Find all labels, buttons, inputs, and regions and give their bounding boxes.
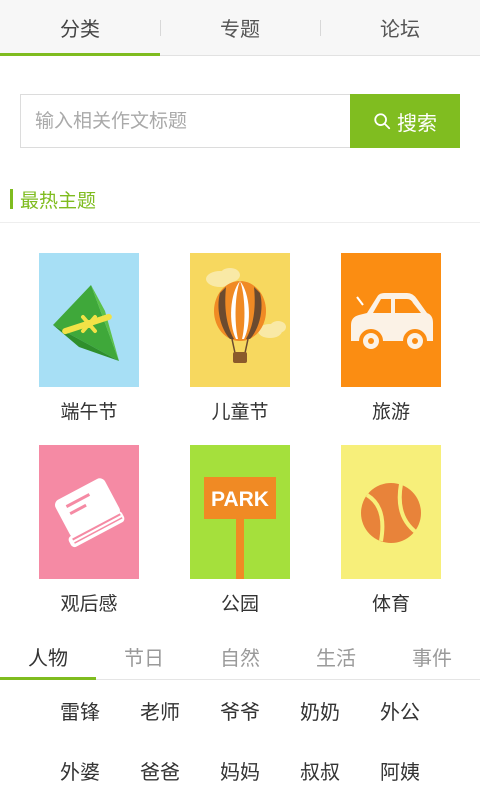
topic-childrens-day[interactable]: 儿童节 (180, 253, 300, 424)
tab-label: 自然 (220, 646, 260, 670)
tag-item[interactable]: 奶奶 (280, 696, 360, 725)
topic-review[interactable]: 观后感 (29, 445, 149, 616)
topic-label: 观后感 (60, 593, 118, 615)
tab-label: 生活 (316, 646, 356, 670)
topic-tile (39, 445, 139, 579)
tab-forum[interactable]: 论坛 (320, 0, 480, 55)
tab-category[interactable]: 分类 (0, 0, 160, 56)
search-icon (374, 113, 391, 130)
search-button[interactable]: 搜索 (350, 94, 460, 148)
tab-nature[interactable]: 自然 (192, 634, 288, 679)
tag-row: 外婆 爸爸 妈妈 叔叔 阿姨 (0, 756, 480, 785)
tag-item[interactable]: 老师 (120, 696, 200, 725)
topic-label: 体育 (371, 593, 410, 615)
car-icon (351, 293, 433, 353)
book-icon (55, 478, 125, 548)
tab-label: 专题 (220, 17, 260, 41)
tag-row: 雷锋 老师 爷爷 奶奶 外公 (0, 696, 480, 725)
divider (0, 222, 480, 223)
tag-item[interactable]: 阿姨 (360, 756, 440, 785)
tab-label: 分类 (60, 17, 100, 41)
section-title-bar (10, 189, 13, 209)
topic-tile (341, 253, 441, 387)
tag-item[interactable]: 爷爷 (200, 696, 280, 725)
tag-item[interactable]: 外婆 (40, 756, 120, 785)
search-input[interactable] (20, 94, 350, 148)
section-title: 最热主题 (10, 185, 96, 213)
top-tab-bar: 分类 专题 论坛 (0, 0, 480, 56)
topic-tile: PARK (190, 445, 290, 579)
topic-tile (190, 253, 290, 387)
tab-topic[interactable]: 专题 (160, 0, 320, 55)
tab-life[interactable]: 生活 (288, 634, 384, 679)
tab-people[interactable]: 人物 (0, 634, 96, 680)
search-button-label: 搜索 (397, 110, 437, 135)
section-title-text: 最热主题 (20, 189, 97, 212)
tag-item[interactable]: 叔叔 (280, 756, 360, 785)
tab-label: 论坛 (380, 17, 420, 41)
tab-label: 节日 (124, 646, 164, 670)
topic-park[interactable]: PARK 公园 (180, 445, 300, 616)
hot-air-balloon-icon (206, 268, 286, 363)
search-bar: 搜索 (20, 94, 460, 148)
tab-festival[interactable]: 节日 (96, 634, 192, 679)
tab-label: 事件 (412, 646, 452, 670)
zongzi-icon (53, 285, 119, 361)
topic-label: 端午节 (60, 401, 118, 423)
topic-label: 儿童节 (211, 401, 269, 423)
tag-item[interactable]: 外公 (360, 696, 440, 725)
topic-tile (341, 445, 441, 579)
topic-tile (39, 253, 139, 387)
tag-item[interactable]: 雷锋 (40, 696, 120, 725)
tab-label: 人物 (28, 646, 68, 670)
topic-label: 公园 (220, 593, 259, 615)
tag-item[interactable]: 妈妈 (200, 756, 280, 785)
tag-item[interactable]: 爸爸 (120, 756, 200, 785)
ball-icon (361, 483, 421, 543)
park-sign-icon: PARK (204, 477, 276, 579)
tab-event[interactable]: 事件 (384, 634, 480, 679)
topic-dragon-boat[interactable]: 端午节 (29, 253, 149, 424)
topic-sports[interactable]: 体育 (331, 445, 451, 616)
topic-label: 旅游 (371, 401, 410, 423)
category-tab-bar: 人物 节日 自然 生活 事件 (0, 634, 480, 680)
topic-travel[interactable]: 旅游 (331, 253, 451, 424)
park-sign-text: PARK (211, 488, 269, 511)
